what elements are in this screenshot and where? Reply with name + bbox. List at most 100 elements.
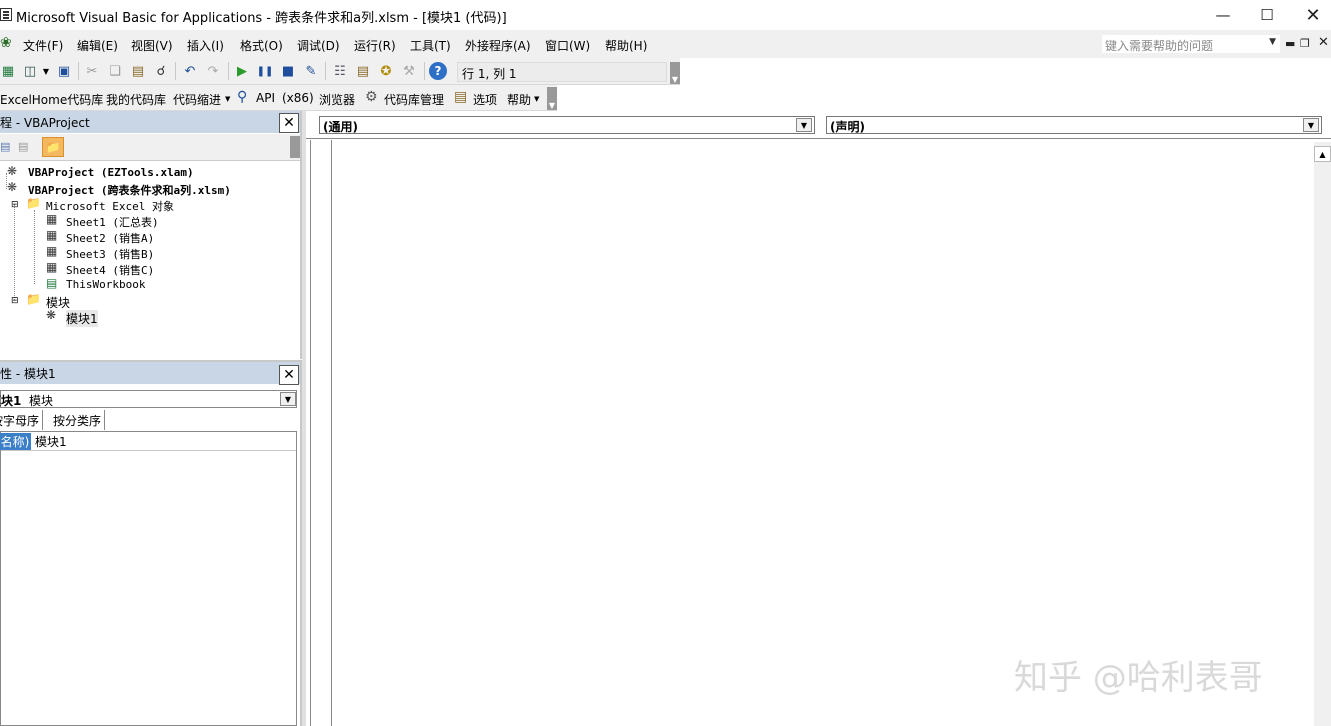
properties-grid [0, 431, 297, 726]
undo-icon[interactable]: ↶ [182, 63, 198, 79]
close-icon[interactable]: ✕ [279, 113, 299, 133]
options-icon: ▤ [454, 89, 468, 105]
tab-categorized[interactable]: 按分类序 [50, 410, 106, 430]
excelhome-toolbar: ExcelHome代码库 我的代码库 代码缩进 ▼ ⚲ API (x86) 浏览… [0, 85, 557, 111]
properties-title-bar: 属性 - 模块1 [0, 362, 300, 384]
chevron-down-icon[interactable]: ▼ [280, 392, 296, 406]
close-icon[interactable]: ✕ [279, 365, 299, 385]
menu-addins[interactable]: 外接程序(A) [465, 37, 531, 54]
worksheet-icon: ▦ [46, 228, 58, 242]
properties-title: 属性 - 模块1 [0, 367, 56, 381]
mdi-minimize-icon[interactable]: ▬ [1285, 37, 1295, 50]
copy-icon[interactable]: ❏ [107, 63, 123, 79]
view-object-icon[interactable]: ▤ [18, 140, 28, 153]
paste-icon[interactable]: ▤ [130, 63, 146, 79]
toggle-folders-icon[interactable]: 📁 [42, 137, 64, 157]
reset-icon[interactable]: ■ [280, 63, 296, 79]
tree-item-sheet1[interactable]: Sheet1 (汇总表) [66, 214, 159, 230]
toolbar-separator [424, 62, 425, 80]
workbook-icon: ▤ [46, 276, 58, 290]
code-margin-indicator-bar[interactable] [310, 140, 332, 726]
object-combo[interactable]: (通用) ▼ [319, 116, 815, 134]
menu-format[interactable]: 格式(O) [240, 37, 283, 54]
menu-run[interactable]: 运行(R) [354, 37, 396, 54]
tree-item-sheet2[interactable]: Sheet2 (销售A) [66, 230, 154, 246]
object-browser-icon[interactable]: ✪ [378, 63, 394, 79]
toolbox-icon[interactable]: ⚒ [401, 63, 417, 79]
property-name-value[interactable]: 模块1 [35, 433, 67, 450]
api-button[interactable]: API [256, 91, 275, 105]
scroll-up-icon[interactable]: ▲ [1314, 146, 1331, 162]
mdi-restore-icon[interactable]: ❐ [1300, 37, 1310, 50]
run-icon[interactable]: ▶ [234, 63, 250, 79]
help-button[interactable]: 帮助 [507, 91, 531, 108]
find-icon[interactable]: ☌ [153, 63, 169, 79]
menu-edit[interactable]: 编辑(E) [77, 37, 118, 54]
code-indent-button[interactable]: 代码缩进 [173, 91, 221, 108]
properties-object-select[interactable]: 模块1 模块 ▼ [0, 390, 297, 408]
view-code-icon[interactable]: ▤ [0, 140, 10, 153]
options-button[interactable]: 选项 [473, 91, 497, 108]
watermark: 知乎 @哈利表哥 [1014, 658, 1263, 698]
menu-tools[interactable]: 工具(T) [410, 37, 451, 54]
code-header-divider [306, 138, 1331, 139]
chevron-down-icon[interactable]: ▼ [796, 118, 812, 132]
toolbar-grip-icon[interactable]: ▼ [547, 87, 557, 110]
menu-file[interactable]: 文件(F) [23, 37, 63, 54]
procedure-combo-value: (声明) [830, 120, 865, 134]
cut-icon[interactable]: ✂ [84, 63, 100, 79]
property-name-key[interactable]: (名称) [0, 433, 32, 450]
menu-insert[interactable]: 插入(I) [187, 37, 224, 54]
break-icon[interactable]: ❚❚ [257, 63, 274, 79]
chevron-down-icon[interactable]: ▼ [1269, 37, 1276, 47]
menu-debug[interactable]: 调试(D) [297, 37, 340, 54]
collapse-icon[interactable]: ⊟ [11, 200, 19, 210]
menu-help[interactable]: 帮助(H) [605, 37, 647, 54]
project-explorer-icon[interactable]: ☷ [332, 63, 348, 79]
mdi-close-icon[interactable]: ✕ [1318, 35, 1329, 50]
insert-userform-icon[interactable]: ◫ [22, 63, 38, 79]
collapse-icon[interactable]: ⊟ [11, 296, 19, 306]
tree-item-module1[interactable]: 模块1 [66, 310, 98, 327]
procedure-combo[interactable]: (声明) ▼ [826, 116, 1322, 134]
tree-item-workbook-project[interactable]: VBAProject (跨表条件求和a列.xlsm) [28, 182, 231, 198]
toolbar-grip-icon[interactable]: ▼ [670, 62, 680, 84]
tree-item-eztools[interactable]: VBAProject (EZTools.xlam) [28, 166, 194, 179]
worksheet-icon: ▦ [46, 244, 58, 258]
tab-alphabetic[interactable]: 按字母序 [0, 410, 44, 430]
minimize-icon[interactable]: — [1200, 0, 1246, 30]
help-search-input[interactable]: 键入需要帮助的问题 ▼ [1101, 34, 1281, 54]
tree-item-sheet4[interactable]: Sheet4 (销售C) [66, 262, 154, 278]
properties-object-type: 模块 [29, 394, 54, 408]
menu-view[interactable]: 视图(V) [131, 37, 173, 54]
my-codebase-button[interactable]: 我的代码库 [106, 91, 166, 108]
toolbar-grip-icon[interactable] [290, 136, 300, 158]
properties-window-icon[interactable]: ▤ [355, 63, 371, 79]
chevron-down-icon[interactable]: ▼ [1303, 118, 1319, 132]
x86-label: (x86) [282, 91, 314, 105]
code-editor[interactable] [332, 141, 1312, 726]
chevron-down-icon[interactable]: ▼ [534, 95, 539, 103]
close-icon[interactable]: ✕ [1290, 0, 1331, 30]
excel-view-icon[interactable]: ▦ [0, 63, 16, 79]
chevron-down-icon[interactable]: ▼ [38, 63, 54, 79]
tree-item-excel-objects[interactable]: Microsoft Excel 对象 [46, 198, 174, 214]
codebase-manage-button[interactable]: 代码库管理 [384, 91, 444, 108]
toolbar-separator [78, 62, 79, 80]
browser-button[interactable]: 浏览器 [319, 91, 355, 108]
project-tree: ❋ VBAProject (EZTools.xlam) ❋ VBAProject… [0, 162, 300, 358]
design-mode-icon[interactable]: ✎ [303, 63, 319, 79]
chevron-down-icon[interactable]: ▼ [225, 95, 230, 103]
menu-window[interactable]: 窗口(W) [545, 37, 590, 54]
maximize-icon[interactable]: ☐ [1244, 0, 1290, 30]
excelhome-codebase-button[interactable]: ExcelHome代码库 [0, 91, 103, 108]
worksheet-icon: ▦ [46, 212, 58, 226]
splitter[interactable] [302, 111, 306, 726]
tree-item-sheet3[interactable]: Sheet3 (销售B) [66, 246, 154, 262]
tree-item-thisworkbook[interactable]: ThisWorkbook [66, 278, 145, 291]
grid-row-divider [1, 450, 296, 451]
vertical-scrollbar[interactable]: ▲ [1314, 142, 1331, 726]
help-icon[interactable]: ? [429, 62, 447, 80]
redo-icon[interactable]: ↷ [205, 63, 221, 79]
save-icon[interactable]: ▣ [56, 63, 72, 79]
